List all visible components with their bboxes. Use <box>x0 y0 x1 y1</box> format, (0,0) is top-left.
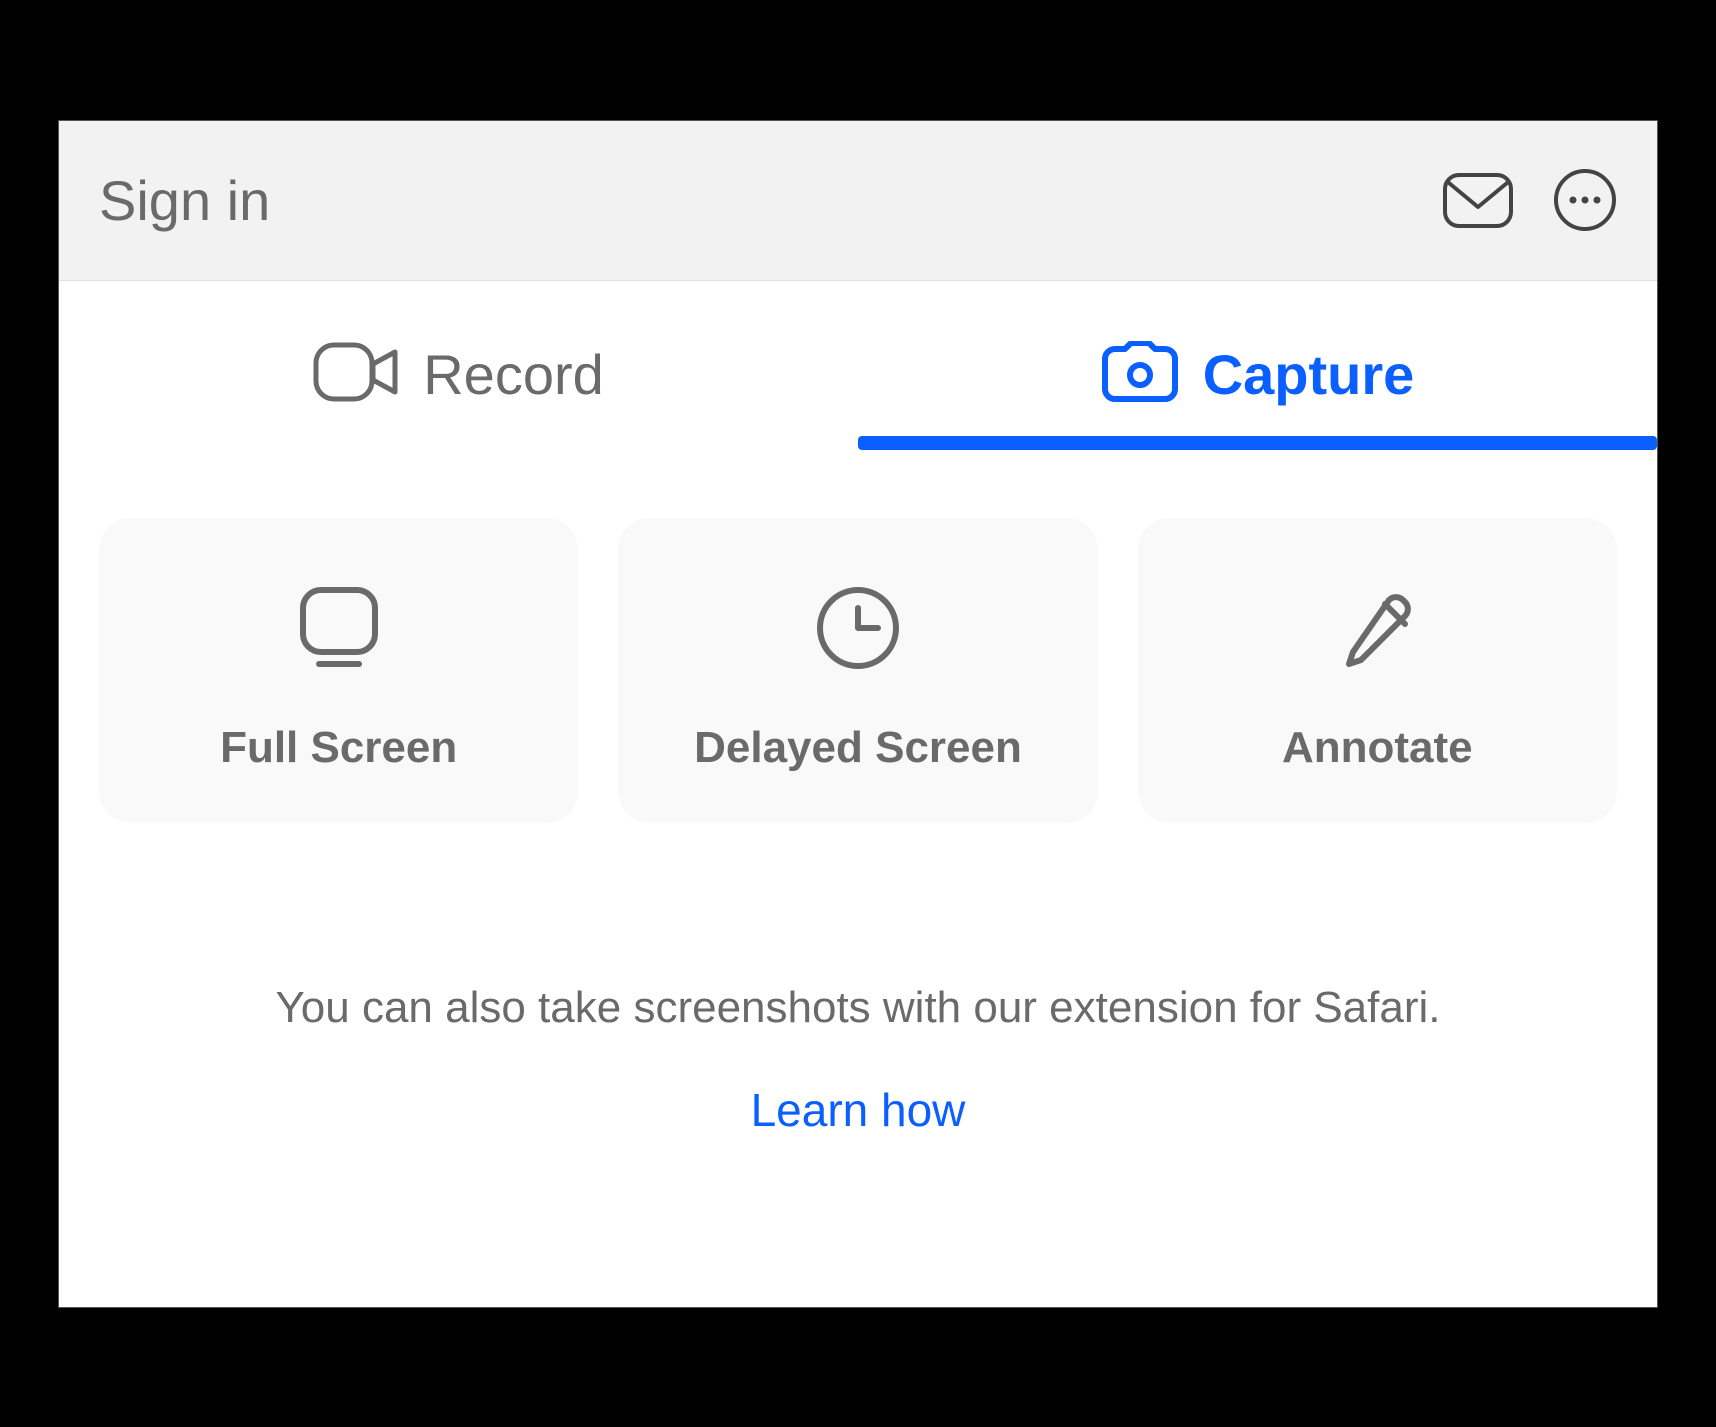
camera-icon <box>1101 341 1179 408</box>
clock-icon <box>808 578 908 683</box>
capture-options: Full Screen Delayed Screen Annotate <box>59 448 1657 843</box>
tab-capture[interactable]: Capture <box>858 341 1657 448</box>
full-screen-card[interactable]: Full Screen <box>99 518 578 823</box>
learn-how-link[interactable]: Learn how <box>99 1083 1617 1137</box>
tab-record[interactable]: Record <box>59 341 858 448</box>
monitor-icon <box>289 578 389 683</box>
more-icon[interactable] <box>1553 168 1617 232</box>
delayed-screen-card[interactable]: Delayed Screen <box>618 518 1097 823</box>
tab-record-label: Record <box>423 342 604 407</box>
delayed-screen-label: Delayed Screen <box>694 723 1022 773</box>
annotate-label: Annotate <box>1282 723 1473 773</box>
annotate-card[interactable]: Annotate <box>1138 518 1617 823</box>
extension-message: You can also take screenshots with our e… <box>99 983 1617 1033</box>
sign-in-button[interactable]: Sign in <box>99 168 270 233</box>
full-screen-label: Full Screen <box>220 723 457 773</box>
app-window: Sign in <box>58 120 1658 1308</box>
titlebar-actions <box>1443 168 1617 232</box>
tabs: Record Capture <box>59 281 1657 448</box>
tab-capture-label: Capture <box>1203 342 1415 407</box>
footer: You can also take screenshots with our e… <box>59 843 1657 1307</box>
mail-icon[interactable] <box>1443 173 1513 228</box>
titlebar: Sign in <box>59 121 1657 281</box>
pencil-icon <box>1327 578 1427 683</box>
video-icon <box>313 342 399 407</box>
